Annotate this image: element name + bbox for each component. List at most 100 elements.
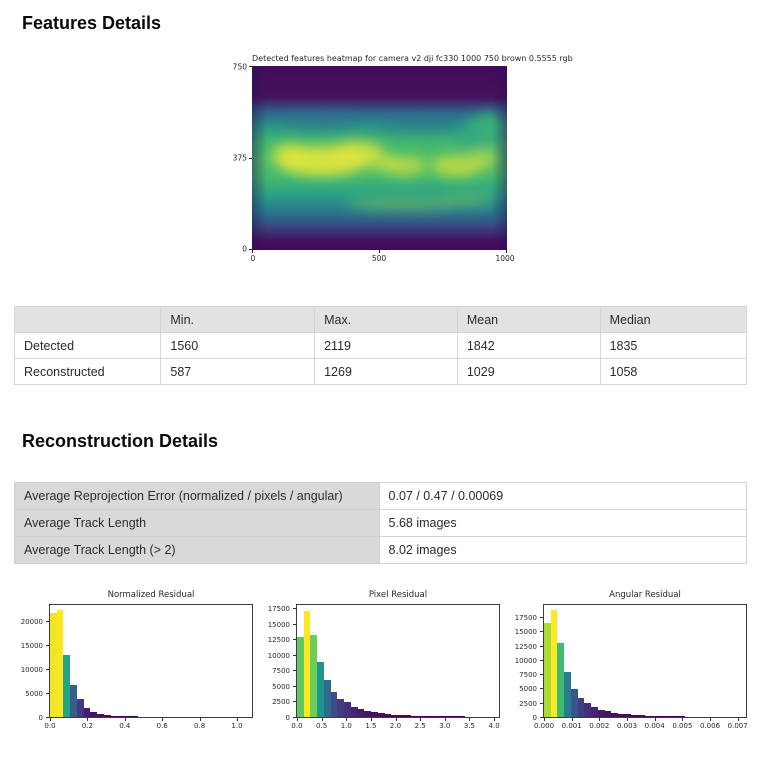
row-label: Reconstructed xyxy=(13,358,162,385)
metric-row-track-length: Average Track Length 5.68 images xyxy=(14,509,748,537)
features-stats-table: Min. Max. Mean Median Detected 1560 2119… xyxy=(13,306,748,385)
histogram-bar xyxy=(103,715,111,717)
y-tick-label: 12500 xyxy=(267,636,290,645)
stat-cell: 587 xyxy=(160,358,316,385)
histogram-bar xyxy=(611,712,618,717)
histogram-bar xyxy=(56,610,64,717)
x-tick-label: 3.5 xyxy=(463,722,475,730)
histogram-bar xyxy=(418,715,425,717)
histogram-bar xyxy=(458,716,466,717)
histogram-bar xyxy=(617,713,625,717)
histogram-bar xyxy=(604,711,612,717)
stats-header-row: Min. Max. Mean Median xyxy=(13,306,748,333)
histogram-bar xyxy=(124,716,131,717)
residual-histograms-row: Normalized Residual 0 5000 10000 15000 20000… xyxy=(15,590,762,732)
histogram-title: Normalized Residual xyxy=(107,590,195,600)
histogram-bar xyxy=(70,685,77,717)
histogram-bar xyxy=(438,716,446,717)
histogram-bar xyxy=(377,713,385,717)
x-tick-label: 2.0 xyxy=(389,722,402,730)
histogram-bar xyxy=(317,662,324,717)
x-tick-label: 0.8 xyxy=(194,722,206,730)
histogram-bar xyxy=(83,708,91,717)
histogram-bar xyxy=(651,715,659,717)
x-tick-label: 1.5 xyxy=(365,722,377,730)
normalized-residual-histogram: Normalized Residual 0 5000 10000 15000 20000… xyxy=(15,590,258,732)
metric-label-cell: Average Track Length xyxy=(14,509,380,537)
x-tick-label: 0.005 xyxy=(672,722,693,730)
histogram-bar xyxy=(577,698,585,717)
stat-cell: 2119 xyxy=(314,332,458,359)
stat-cell: 1058 xyxy=(599,358,748,385)
histogram-bar xyxy=(584,703,592,717)
histogram-bar xyxy=(658,716,666,717)
y-tick-label: 10000 xyxy=(514,656,537,665)
histogram-plot-area xyxy=(543,604,747,718)
metric-value-cell: 5.68 images xyxy=(378,509,748,537)
heatmap-y-tick-label: 750 xyxy=(232,62,247,72)
heatmap-y-tick-label: 375 xyxy=(232,153,247,163)
histogram-plot-area xyxy=(49,604,253,718)
x-tick-label: 0.002 xyxy=(589,722,610,730)
stat-cell: 1269 xyxy=(314,358,458,385)
y-tick-label: 5000 xyxy=(272,682,290,691)
histogram-bar xyxy=(357,709,365,717)
y-tick-label: 0 xyxy=(532,714,537,722)
histogram-bar xyxy=(544,623,551,717)
histogram-bar xyxy=(323,680,331,717)
histogram-bar xyxy=(297,637,304,717)
histogram-bar xyxy=(303,611,311,717)
stat-cell: 1029 xyxy=(456,358,601,385)
histogram-bar xyxy=(76,699,84,717)
reconstruction-metrics-table: Average Reprojection Error (normalized /… xyxy=(14,482,748,564)
histogram-plot-area xyxy=(296,604,500,718)
x-tick-label: 1.0 xyxy=(340,722,352,730)
histogram-y-axis: 0 2500 5000 7500 10000 12500 15000 17500 xyxy=(509,604,543,722)
histogram-bar xyxy=(591,707,598,717)
metric-value-cell: 0.07 / 0.47 / 0.00069 xyxy=(378,482,748,510)
table-row-reconstructed: Reconstructed 587 1269 1029 1058 xyxy=(13,358,748,385)
histogram-bar xyxy=(330,691,338,717)
x-tick-label: 2.5 xyxy=(414,722,426,730)
features-details-heading: Features Details xyxy=(22,13,162,33)
histogram-bar xyxy=(424,716,432,717)
histogram-bar xyxy=(570,688,578,717)
heatmap-y-axis: 750 375 0 xyxy=(224,62,252,254)
histogram-bar xyxy=(445,716,452,717)
stats-header-median: Median xyxy=(599,306,748,333)
histogram-bar xyxy=(398,715,405,717)
histogram-bar xyxy=(665,716,672,717)
x-tick-label: 0.006 xyxy=(699,722,721,730)
metric-row-track-length-gt2: Average Track Length (> 2) 8.02 images xyxy=(14,536,748,564)
metric-value-cell: 8.02 images xyxy=(378,536,748,564)
histogram-bar xyxy=(557,643,565,717)
stats-header-min: Min. xyxy=(160,306,316,333)
y-tick-label: 15000 xyxy=(514,628,537,637)
x-tick-label: 0.000 xyxy=(533,722,555,730)
histogram-bar xyxy=(97,713,104,717)
reconstruction-details-heading: Reconstruction Details xyxy=(22,431,219,451)
stats-header-mean: Mean xyxy=(456,306,601,333)
y-tick-label: 20000 xyxy=(20,618,43,627)
histogram-bar xyxy=(364,711,372,717)
features-heatmap-image xyxy=(252,66,507,250)
histogram-bar xyxy=(50,612,57,717)
heatmap-x-tick-label: 500 xyxy=(371,254,387,263)
y-tick-label: 10000 xyxy=(20,666,43,675)
x-tick-label: 0.001 xyxy=(561,722,582,730)
stats-header-empty xyxy=(13,306,162,333)
histogram-x-axis: 0.000 0.001 0.002 0.003 0.004 0.005 0.006 0.007 xyxy=(534,718,748,732)
heatmap-y-tick-label: 0 xyxy=(242,244,247,254)
histogram-bar xyxy=(63,654,71,717)
x-tick-label: 0.0 xyxy=(44,722,56,730)
histogram-bar xyxy=(564,672,571,717)
y-tick-label: 5000 xyxy=(519,685,537,694)
histogram-y-axis: 0 5000 10000 15000 20000 xyxy=(15,604,49,722)
histogram-bar xyxy=(638,715,645,717)
x-tick-label: 0.6 xyxy=(156,722,168,730)
stat-cell: 1842 xyxy=(456,332,601,359)
histogram-bar xyxy=(110,715,118,717)
histogram-bar xyxy=(411,715,419,717)
x-tick-label: 3.0 xyxy=(439,722,451,730)
histogram-bar xyxy=(337,698,345,717)
